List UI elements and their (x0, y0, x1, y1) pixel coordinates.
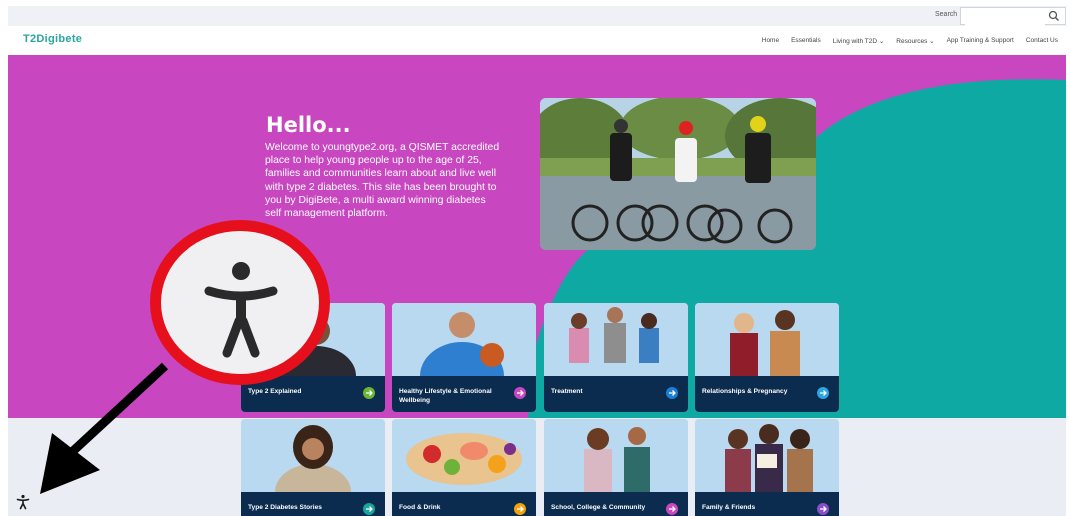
annotation-arrow (40, 362, 169, 494)
accessibility-icon[interactable] (16, 494, 30, 510)
